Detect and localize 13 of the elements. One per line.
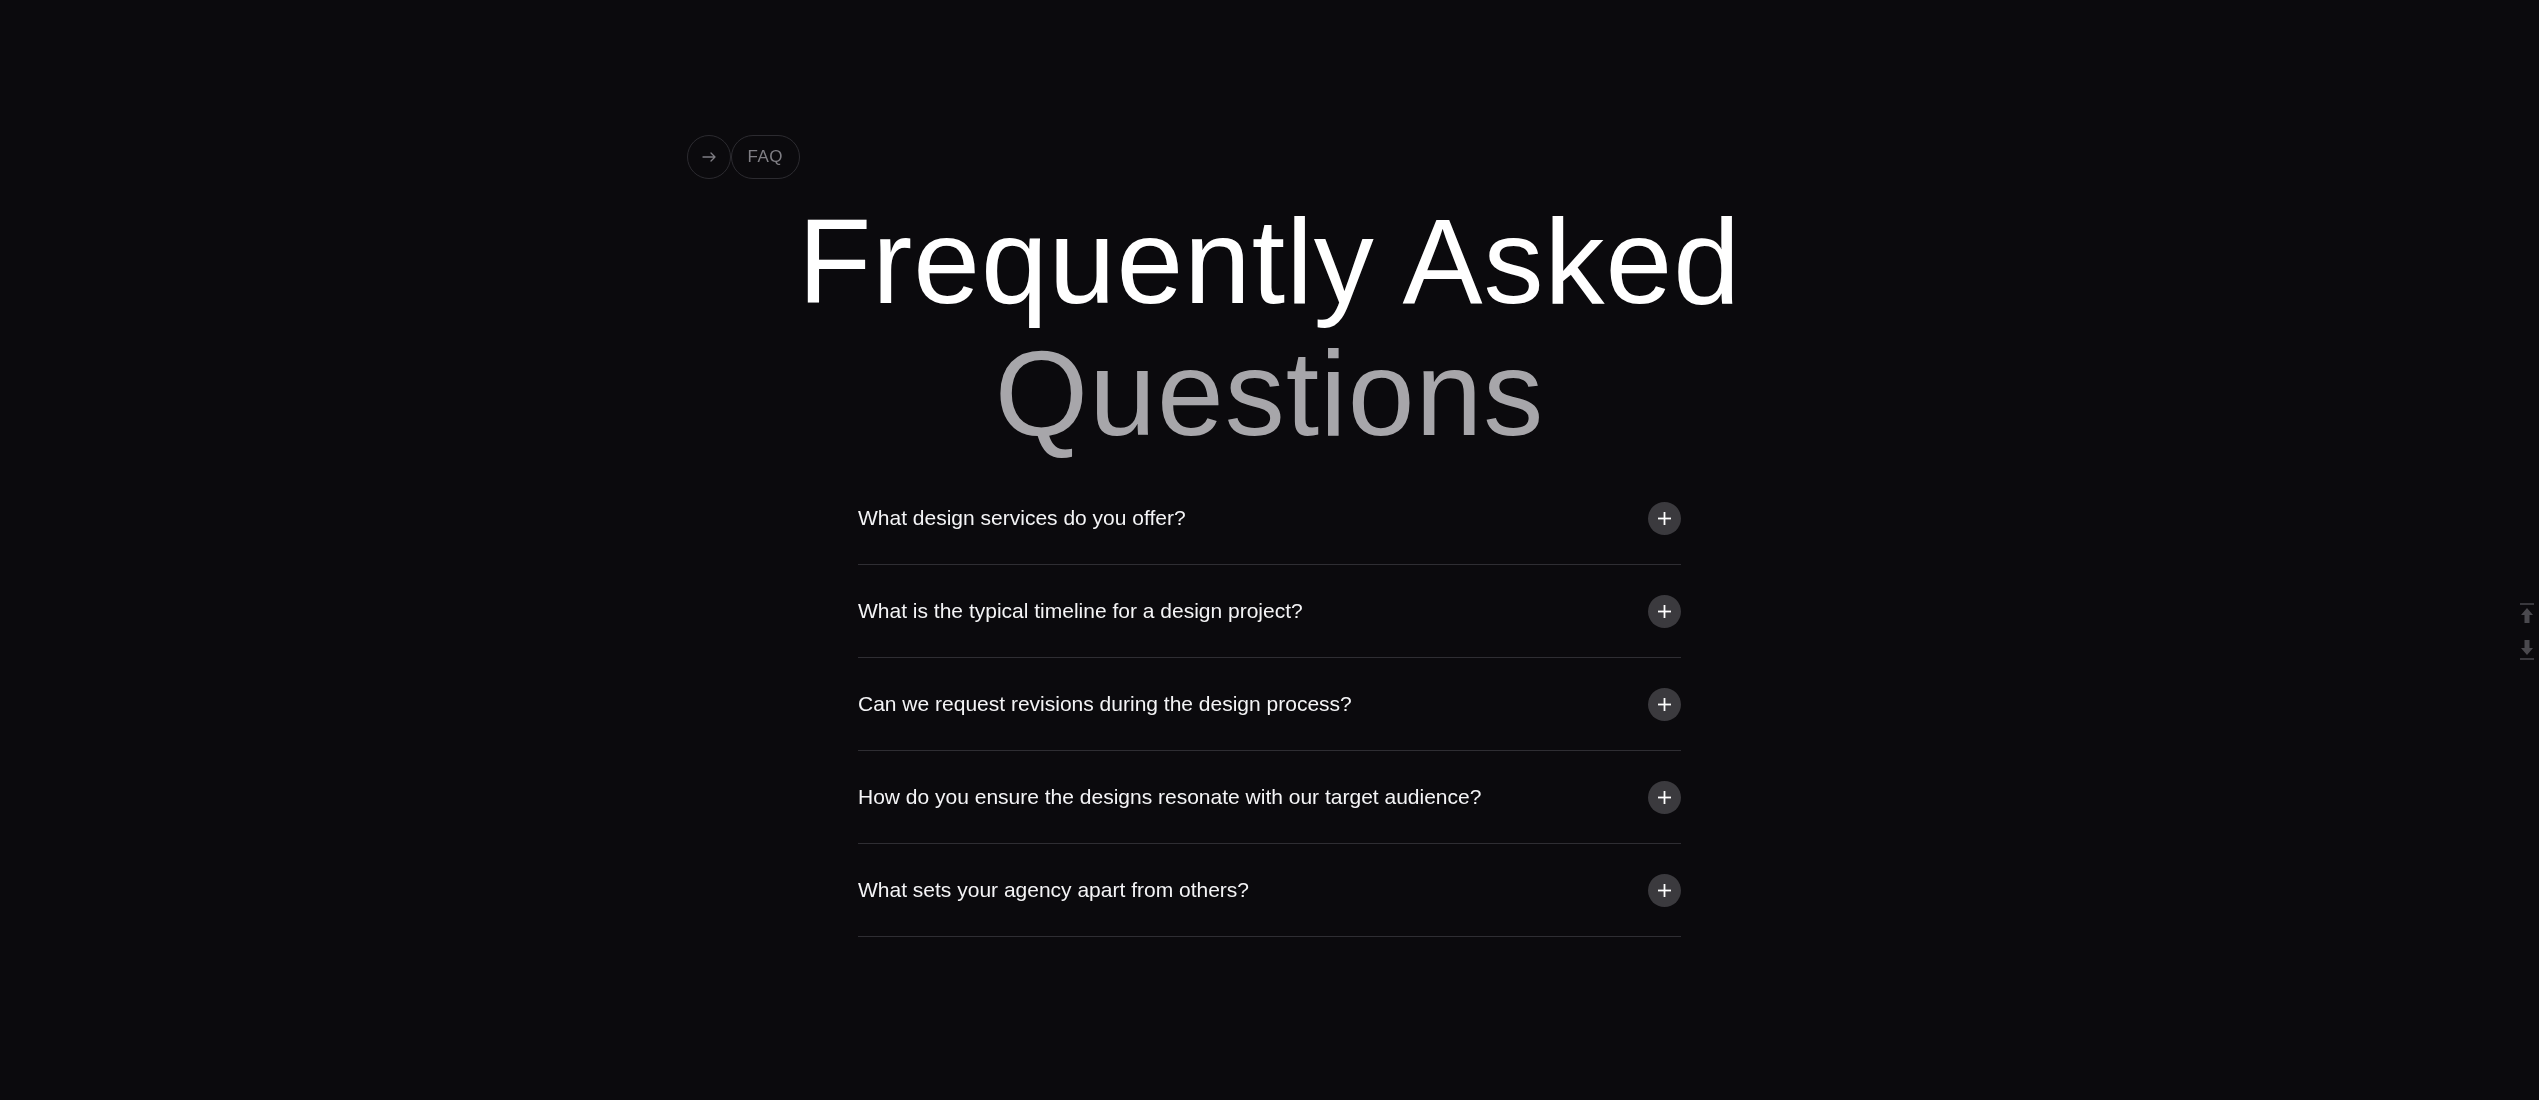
arrow-right-icon bbox=[686, 135, 731, 179]
heading-line: Frequently Asked bbox=[797, 195, 1742, 327]
faq-question[interactable]: How do you ensure the designs resonate with our target audience? bbox=[858, 785, 1482, 809]
faq-question[interactable]: What sets your agency apart from others? bbox=[858, 878, 1249, 902]
faq-question[interactable]: Can we request revisions during the design process? bbox=[858, 692, 1352, 716]
plus-icon[interactable] bbox=[1648, 780, 1681, 814]
heading-line: Questions bbox=[994, 327, 1545, 459]
faq-question[interactable]: What is the typical timeline for a design project? bbox=[858, 599, 1303, 623]
plus-icon[interactable] bbox=[1648, 501, 1681, 535]
plus-icon[interactable] bbox=[1648, 873, 1681, 907]
faq-question[interactable]: What design services do you offer? bbox=[858, 506, 1186, 530]
plus-icon[interactable] bbox=[1648, 594, 1681, 628]
plus-icon[interactable] bbox=[1648, 687, 1681, 721]
